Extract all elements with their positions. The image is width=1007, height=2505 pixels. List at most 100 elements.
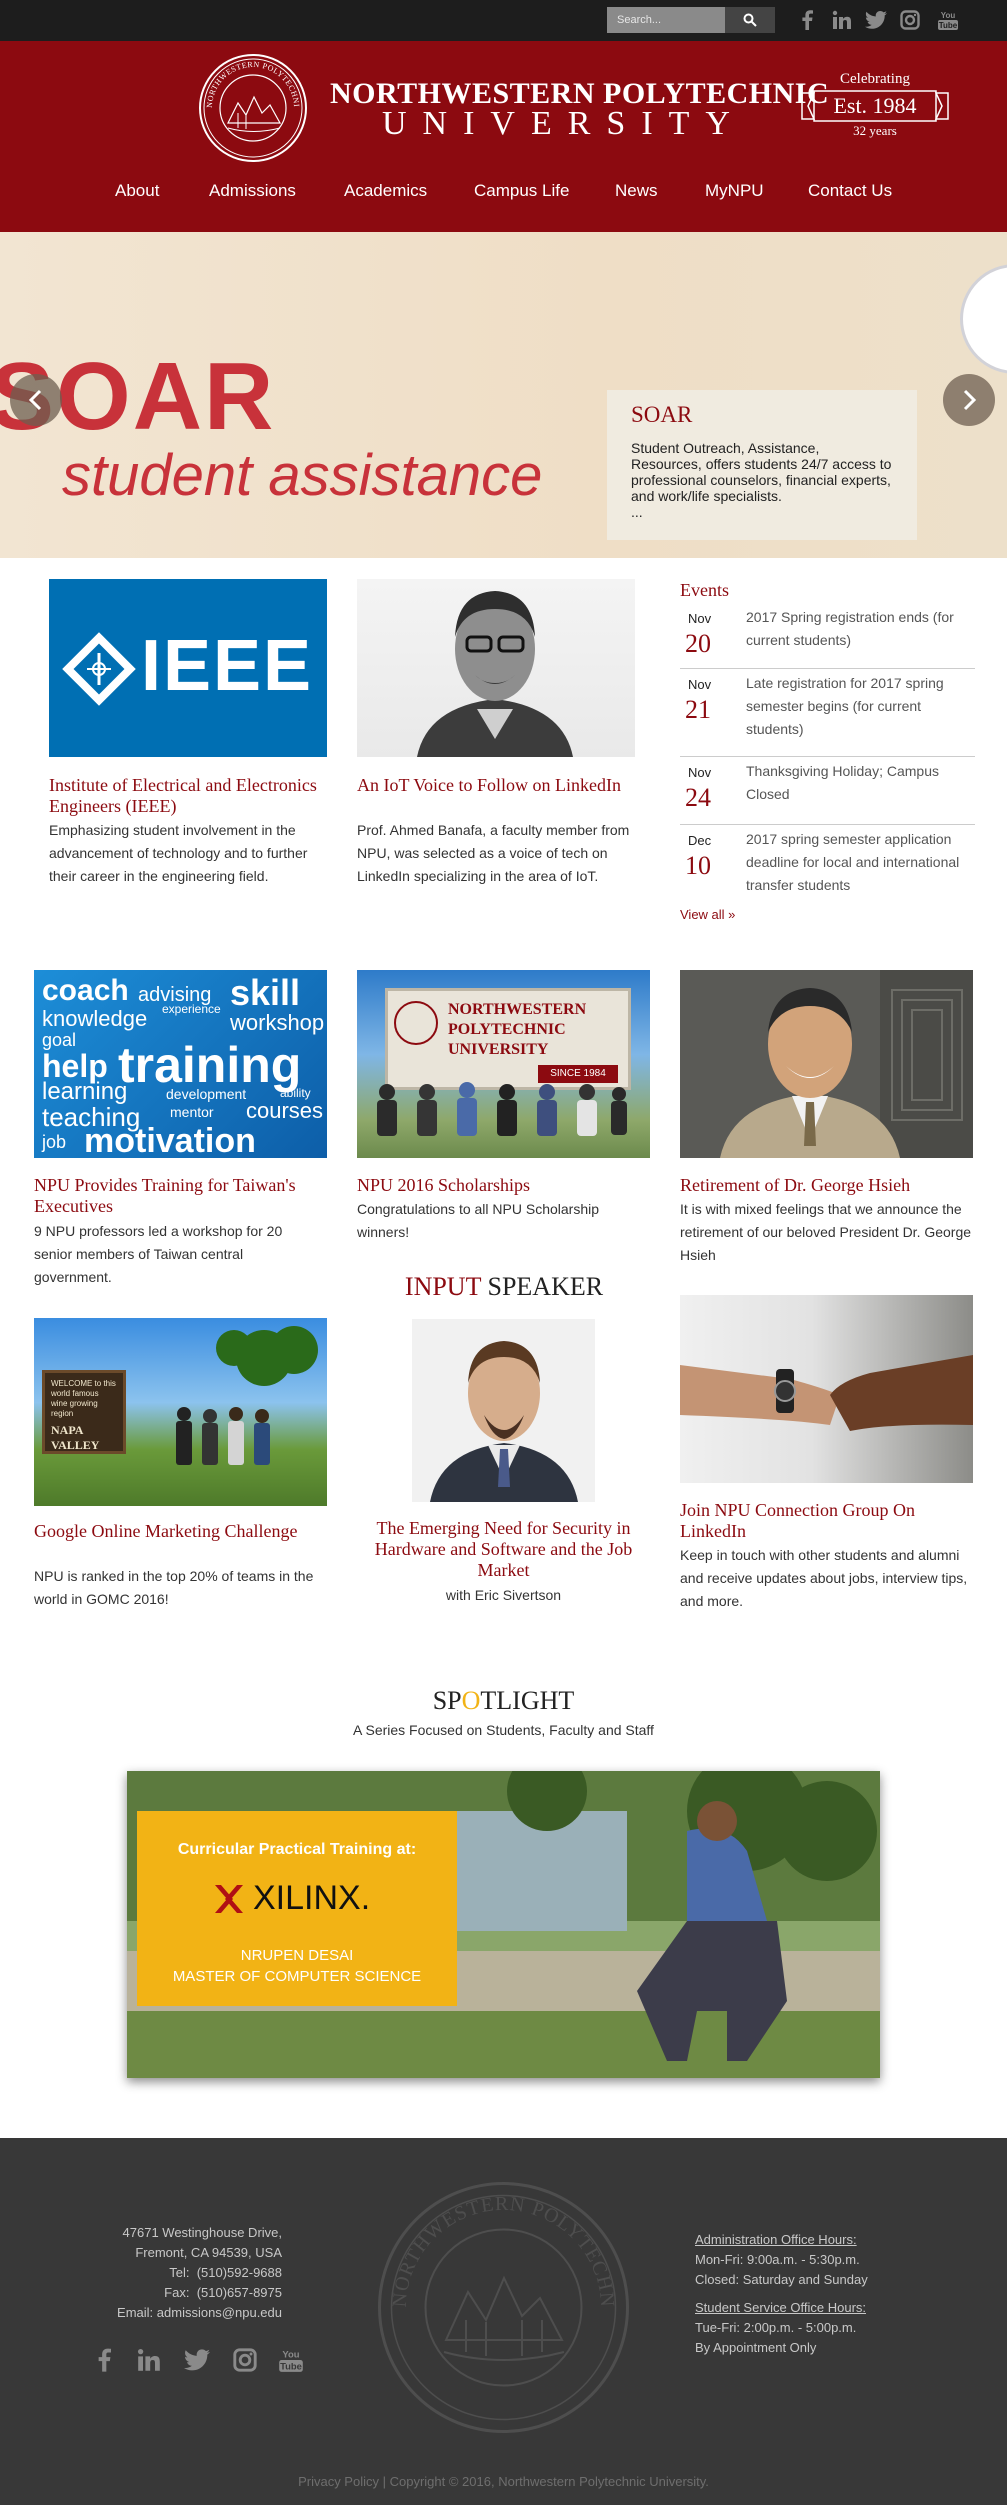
gomc-text: NPU is ranked in the top 20% of teams in… [34,1568,314,1607]
gomc-image[interactable]: WELCOME to this world famous wine growin… [34,1318,327,1506]
training-title-link[interactable]: NPU Provides Training for Taiwan's Execu… [34,1175,324,1217]
years-label: 32 years [853,123,897,138]
event-month: Nov [688,677,712,692]
footer-email: Email: admissions@npu.edu [0,2305,282,2320]
nav-news[interactable]: News [615,181,658,201]
hero-seal-image [960,264,1007,374]
event-day: 21 [685,695,711,724]
nav-mynpu[interactable]: MyNPU [705,181,764,201]
youtube-icon[interactable]: You Tube [935,7,961,33]
event-item[interactable]: Dec 10 2017 spring semester application … [680,825,975,899]
footer-linkedin-icon[interactable] [132,2345,166,2375]
spotlight-title-o: O [461,1686,481,1715]
facebook-icon[interactable] [794,7,820,33]
ieee-title-link[interactable]: Institute of Electrical and Electronics … [49,775,334,817]
speaker-title-link[interactable]: The Emerging Need for Security in Hardwa… [357,1518,650,1581]
word-job: job [42,1132,67,1152]
events-panel: Events Nov 20 2017 Spring registration e… [680,580,975,922]
word-workshop: workshop [230,1010,325,1035]
slider-next-button[interactable] [943,374,995,426]
twitter-icon[interactable] [863,7,889,33]
university-seal-logo[interactable]: NORTHWESTERN POLYTECHNIC UNIVERSITY [198,53,308,163]
spotlight-person-degree: MASTER OF COMPUTER SCIENCE [172,1968,422,1985]
retirement-title-link[interactable]: Retirement of Dr. George Hsieh [680,1175,973,1196]
event-item[interactable]: Nov 24 Thanksgiving Holiday; Campus Clos… [680,757,975,825]
nav-about[interactable]: About [115,181,159,201]
tel-value: (510)592-9688 [196,2265,282,2280]
ieee-diamond-logo [62,632,136,706]
ieee-image[interactable]: IEEE [49,579,327,757]
footer-fax: Fax: (510)657-8975 [0,2285,282,2300]
scholarships-text: Congratulations to all NPU Scholarship w… [357,1201,600,1240]
copyright-text: | Copyright © 2016, Northwestern Polytec… [382,2474,709,2489]
nav-contact-us[interactable]: Contact Us [808,181,892,201]
caption-title: SOAR [631,402,693,427]
sivertson-portrait-image[interactable] [412,1319,595,1502]
word-development: development [166,1086,247,1102]
nav-campus-life[interactable]: Campus Life [474,181,569,201]
footer-facebook-icon[interactable] [87,2345,121,2375]
service-hours-title: Student Service Office Hours: [695,2300,867,2315]
nav-academics[interactable]: Academics [344,181,427,201]
sign-line1: NORTHWESTERN [448,1001,587,1018]
hero-caption[interactable]: SOAR Student Outreach, Assistance, Resou… [607,390,917,540]
admin-hours-title: Administration Office Hours: [695,2232,857,2247]
university-name-line2: UNIVERSITY [382,105,746,142]
hero-tagline: student assistance [62,443,543,508]
search-button[interactable] [725,7,775,33]
iot-text: Prof. Ahmed Banafa, a faculty member fro… [357,822,630,884]
word-experience: experience [162,1002,221,1016]
event-item[interactable]: Nov 20 2017 Spring registration ends (fo… [680,603,975,669]
scholarships-image[interactable]: NORTHWESTERN POLYTECHNIC UNIVERSITY SINC… [357,970,650,1158]
gomc-title-link[interactable]: Google Online Marketing Challenge [34,1521,324,1542]
heading-speaker: SPEAKER [487,1272,604,1301]
footer-instagram-icon[interactable] [228,2345,262,2375]
fax-label: Fax: [164,2285,190,2300]
iot-title-link[interactable]: An IoT Voice to Follow on LinkedIn [357,775,637,796]
footer-twitter-icon[interactable] [180,2345,214,2375]
nav-admissions[interactable]: Admissions [209,181,296,201]
slider-prev-button[interactable] [10,374,62,426]
tel-label: Tel: [169,2265,190,2280]
email-label: Email: [117,2305,154,2320]
event-text: Late registration for 2017 spring semest… [746,675,944,737]
events-view-all-link[interactable]: View all » [680,907,975,922]
admin-hours-line1: Mon-Fri: 9:00a.m. - 5:30p.m. [695,2252,860,2267]
footer-address-line1: 47671 Westinghouse Drive, [122,2225,282,2240]
sign-line3: UNIVERSITY [448,1041,549,1058]
sign-line2: POLYTECHNIC [448,1021,566,1038]
training-image[interactable]: coach advising skill knowledge experienc… [34,970,327,1158]
xilinx-wordmark: XILINX. [253,1879,371,1917]
footer-youtube-icon[interactable]: You Tube [274,2345,308,2375]
event-day: 24 [685,783,711,812]
main-nav: About Admissions Academics Campus Life N… [0,181,1007,225]
xilinx-mark-icon [215,1885,243,1913]
event-item[interactable]: Nov 21 Late registration for 2017 spring… [680,669,975,757]
admin-hours-line2: Closed: Saturday and Sunday [695,2272,868,2287]
spotlight-image[interactable]: Curricular Practical Training at: XILINX… [127,1771,880,2078]
spotlight-card-heading: Curricular Practical Training at: [177,1841,417,1858]
word-motivation: motivation [84,1122,256,1158]
linkedin-group-title-link[interactable]: Join NPU Connection Group On LinkedIn [680,1500,973,1542]
handshake-image[interactable] [680,1295,973,1483]
banafa-portrait-image[interactable] [357,579,635,757]
event-month: Nov [688,765,712,780]
footer-tel: Tel: (510)592-9688 [0,2265,282,2280]
privacy-policy-link[interactable]: Privacy Policy [298,2474,379,2489]
chevron-right-icon [963,389,977,411]
spotlight-subtitle: A Series Focused on Students, Faculty an… [353,1722,654,1738]
hsieh-portrait-image[interactable] [680,970,973,1158]
word-skill: skill [230,972,301,1013]
event-month: Dec [688,833,712,848]
spotlight-card: Curricular Practical Training at: XILINX… [137,1811,457,2006]
instagram-icon[interactable] [897,7,923,33]
scholarships-title-link[interactable]: NPU 2016 Scholarships [357,1175,647,1196]
linkedin-icon[interactable] [829,7,855,33]
email-link[interactable]: admissions@npu.edu [157,2305,282,2320]
anniversary-badge: Celebrating Est. 1984 32 years [800,71,950,141]
search-input[interactable] [607,7,725,33]
copyright-bar: Privacy Policy | Copyright © 2016, North… [0,2474,1007,2489]
ieee-logo-text: IEEE [141,626,314,706]
ieee-text: Emphasizing student involvement in the a… [49,822,308,884]
event-text: 2017 spring semester application deadlin… [746,831,960,893]
